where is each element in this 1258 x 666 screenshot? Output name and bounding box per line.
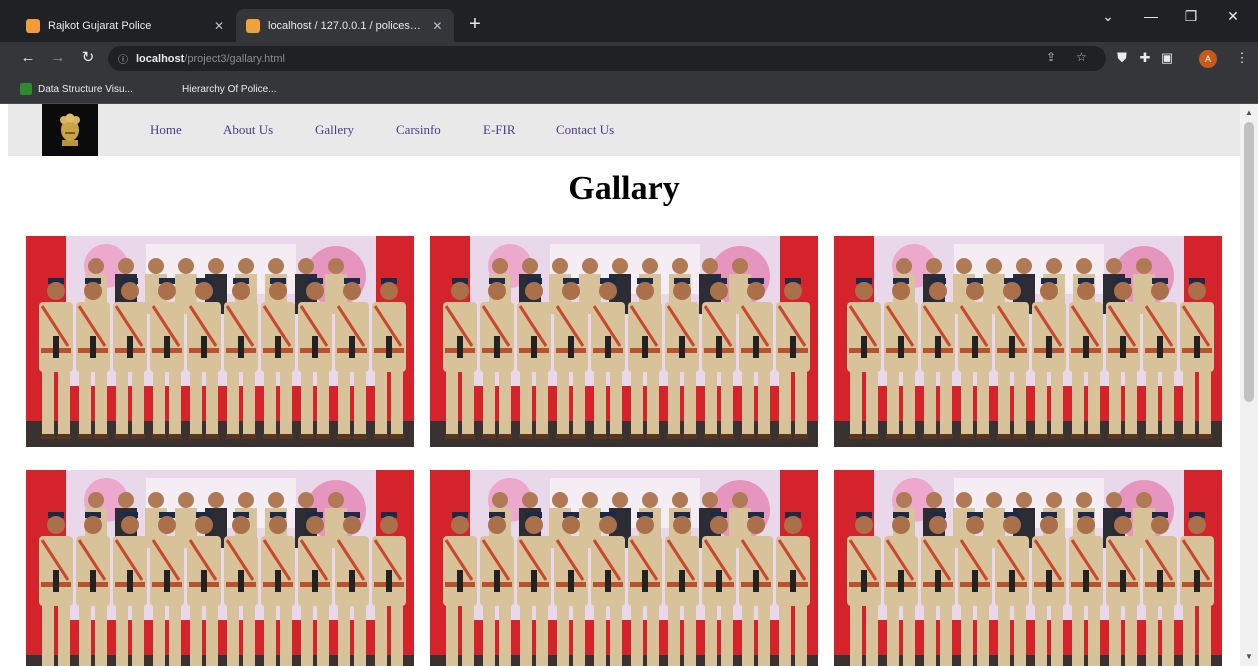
tab-search-icon[interactable]: ⌄ xyxy=(1093,8,1123,25)
browser-toolbar: ← → ↻ ⓘ localhost /project3/gallary.html… xyxy=(0,42,1258,75)
nav-link-carsinfo[interactable]: Carsinfo xyxy=(396,122,441,138)
site-info-icon[interactable]: ⓘ xyxy=(118,51,132,66)
menu-kebab-icon[interactable]: ⋮ xyxy=(1235,50,1249,66)
browser-tab-1[interactable]: Rajkot Gujarat Police ✕ xyxy=(16,9,236,42)
forward-arrow-icon[interactable]: → xyxy=(48,49,68,67)
minimize-icon[interactable]: — xyxy=(1136,8,1166,24)
nav-link-about-us[interactable]: About Us xyxy=(223,122,273,138)
bookmark-star-icon[interactable]: ☆ xyxy=(1076,50,1087,64)
url-path: /project3/gallary.html xyxy=(184,52,285,65)
site-navbar: Home About Us Gallery Carsinfo E-FIR Con… xyxy=(8,104,1240,156)
nav-link-gallery[interactable]: Gallery xyxy=(315,122,354,138)
window-close-icon[interactable]: ✕ xyxy=(1218,8,1248,25)
tab-title: Rajkot Gujarat Police xyxy=(48,19,152,32)
police-emblem-logo[interactable] xyxy=(42,104,98,156)
nav-link-contact-us[interactable]: Contact Us xyxy=(556,122,614,138)
tab-favicon xyxy=(26,18,40,33)
tab-close-icon[interactable]: ✕ xyxy=(431,19,444,33)
extensions-puzzle-icon[interactable]: ✚ xyxy=(1138,50,1152,66)
share-icon[interactable]: ⇪ xyxy=(1046,50,1056,64)
reload-icon[interactable]: ↻ xyxy=(78,49,98,67)
scroll-up-arrow-icon[interactable]: ▲ xyxy=(1240,106,1258,120)
bookmark-label: Hierarchy Of Police... xyxy=(182,83,277,95)
scrollbar-thumb[interactable] xyxy=(1244,122,1254,402)
back-arrow-icon[interactable]: ← xyxy=(18,49,38,67)
scroll-down-arrow-icon[interactable]: ▼ xyxy=(1240,650,1258,664)
gallery-photo[interactable] xyxy=(834,236,1222,447)
restore-icon[interactable]: ❐ xyxy=(1176,8,1206,25)
ashoka-emblem-icon xyxy=(60,113,80,146)
browser-chrome: Rajkot Gujarat Police ✕ localhost / 127.… xyxy=(0,0,1258,104)
address-bar[interactable]: ⓘ localhost /project3/gallary.html ⇪ ☆ xyxy=(108,46,1106,71)
shield-extension-icon[interactable]: ⛊ xyxy=(1115,50,1129,66)
gallery-photo[interactable] xyxy=(430,470,818,666)
profile-avatar[interactable]: A xyxy=(1199,50,1217,68)
bookmark-favicon xyxy=(20,83,32,95)
bookmark-label: Data Structure Visu... xyxy=(38,83,133,95)
new-tab-button[interactable]: + xyxy=(462,11,488,37)
page-title: Gallary xyxy=(568,170,680,207)
gallery-photo[interactable] xyxy=(26,470,414,666)
tab-close-icon[interactable]: ✕ xyxy=(212,19,226,33)
tab-favicon xyxy=(246,18,260,33)
bookmarks-bar: Data Structure Visu... Hierarchy Of Poli… xyxy=(0,75,1258,104)
url-host: localhost xyxy=(136,52,185,65)
browser-tab-2[interactable]: localhost / 127.0.0.1 / policestati... ✕ xyxy=(236,9,454,42)
nav-link-home[interactable]: Home xyxy=(150,122,182,138)
bookmark-hierarchy-police[interactable]: Hierarchy Of Police... xyxy=(164,81,276,97)
page-scrollbar[interactable]: ▲ ▼ xyxy=(1240,104,1258,666)
gallery-photo[interactable] xyxy=(834,470,1222,666)
tab-strip: Rajkot Gujarat Police ✕ localhost / 127.… xyxy=(0,0,1258,42)
bookmark-data-structure[interactable]: Data Structure Visu... xyxy=(20,81,133,97)
nav-link-efir[interactable]: E-FIR xyxy=(483,122,516,138)
gallery-photo[interactable] xyxy=(430,236,818,447)
gallery-photo[interactable] xyxy=(26,236,414,447)
tab-title: localhost / 127.0.0.1 / policestati... xyxy=(268,19,423,32)
page-viewport: Home About Us Gallery Carsinfo E-FIR Con… xyxy=(0,104,1258,666)
bookmark-favicon xyxy=(164,83,176,95)
side-panel-icon[interactable]: ▣ xyxy=(1160,50,1174,66)
